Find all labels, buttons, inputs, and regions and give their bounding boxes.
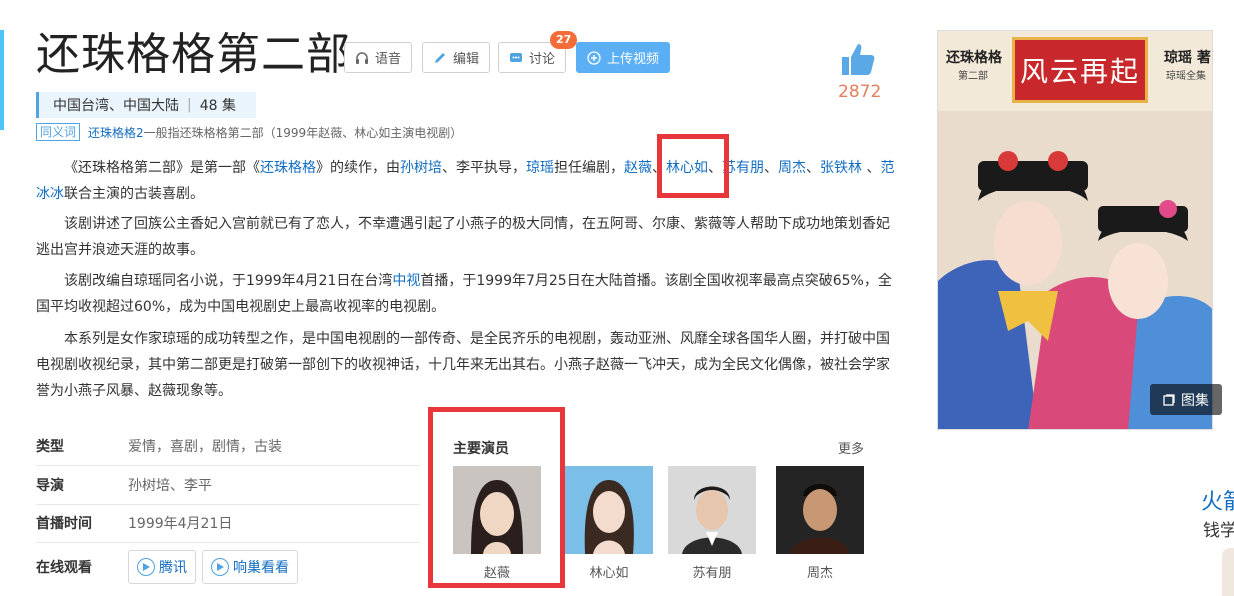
edit-label: 编辑	[452, 52, 479, 67]
actor-name[interactable]: 苏有朋	[668, 562, 756, 581]
text: 、	[862, 160, 881, 176]
info-row-watch: 在线观看 腾讯 响巢看看	[36, 543, 420, 591]
watch-label: 响巢看看	[233, 560, 289, 576]
region: 中国台湾、中国大陆	[53, 98, 179, 114]
actor-photo[interactable]	[776, 466, 864, 554]
text: 联合主演的古装喜剧。	[64, 186, 204, 202]
link-zhangtielin[interactable]: 张铁林	[820, 160, 862, 176]
info-key: 导演	[36, 478, 64, 494]
info-key: 在线观看	[36, 560, 92, 576]
chat-icon	[509, 52, 522, 62]
info-key: 首播时间	[36, 516, 92, 532]
actor-card[interactable]: 苏有朋	[668, 466, 756, 581]
poster-left-title: 还珠格格	[946, 50, 1002, 66]
edit-button[interactable]: 编辑	[422, 42, 490, 73]
actor-card[interactable]: 林心如	[565, 466, 653, 581]
headphones-icon	[355, 51, 368, 64]
link-zhaowei[interactable]: 赵薇	[624, 160, 652, 176]
link-zhoujie[interactable]: 周杰	[778, 160, 806, 176]
poster-right-sub: 琼瑶全集	[1166, 71, 1206, 82]
synonym-line: 同义词 还珠格格2 一般指还珠格格第二部（1999年赵薇、林心如主演电视剧）	[36, 123, 462, 141]
intro-paragraph-2: 该剧讲述了回族公主香妃入宫前就已有了恋人，不幸遭遇引起了小燕子的极大同情，在五阿…	[36, 216, 890, 258]
actor-photo[interactable]	[565, 466, 653, 554]
link-huanzhu[interactable]: 还珠格格	[260, 160, 316, 176]
actor-name[interactable]: 周杰	[776, 562, 864, 581]
info-row-genre: 类型 爱情，喜剧，剧情，古装	[36, 427, 420, 466]
info-key: 类型	[36, 439, 64, 455]
thumbs-up-icon[interactable]	[838, 40, 878, 80]
synonym-tag: 同义词	[36, 123, 81, 141]
text: 担任编剧，	[554, 160, 624, 176]
text: 、	[806, 160, 820, 176]
synonym-desc: 一般指还珠格格第二部（1999年赵薇、林心如主演电视剧）	[143, 125, 463, 140]
highlight-box	[428, 407, 565, 588]
watch-xiangchao-button[interactable]: 响巢看看	[202, 550, 298, 584]
intro-paragraph-4: 本系列是女作家琼瑶的成功转型之作，是中国电视剧的一部传奇、是全民齐乐的电视剧，轰…	[36, 331, 890, 399]
synonym-link[interactable]: 还珠格格2	[88, 124, 144, 141]
watch-tencent-button[interactable]: 腾讯	[128, 550, 196, 584]
page-title: 还珠格格第二部	[36, 29, 351, 80]
highlight-box	[657, 134, 729, 198]
voice-button[interactable]: 语音	[344, 42, 412, 73]
meta-divider: |	[187, 97, 192, 113]
like-count: 2872	[838, 82, 882, 102]
more-link[interactable]: 更多	[838, 438, 864, 457]
info-value: 孙树培、李平	[128, 478, 212, 494]
text: 《还珠格格第二部》是第一部《	[64, 160, 260, 176]
text: 、	[764, 160, 778, 176]
play-icon	[137, 558, 155, 576]
info-row-director: 导演 孙树培、李平	[36, 466, 420, 505]
intro-paragraph-3: 该剧改编自琼瑶同名小说，于1999年4月21日在台湾中视首播，于1999年7月2…	[36, 268, 902, 320]
link-zhongshi[interactable]: 中视	[392, 273, 420, 289]
poster-sign: 风云再起	[1012, 37, 1148, 103]
info-value: 爱情，喜剧，剧情，古装	[128, 439, 282, 455]
info-value: 1999年4月21日	[128, 516, 233, 532]
actor-photo[interactable]	[668, 466, 756, 554]
left-accent-bar	[0, 30, 4, 130]
poster-sign-text: 风云再起	[1019, 55, 1140, 88]
link-sun-shupei[interactable]: 孙树培	[400, 160, 442, 176]
side-link[interactable]: 火箭	[1201, 484, 1234, 516]
meta-bar: 中国台湾、中国大陆 | 48 集	[36, 92, 256, 118]
actor-card[interactable]: 周杰	[776, 466, 864, 581]
gallery-icon	[1163, 393, 1175, 406]
poster-image[interactable]: 还珠格格 第二部 风云再起 琼瑶 著 琼瑶全集	[937, 30, 1213, 430]
poster-right-title: 琼瑶 著	[1164, 50, 1211, 66]
poster-left-sub: 第二部	[958, 71, 988, 82]
upload-video-button[interactable]: 上传视频	[576, 42, 670, 73]
gallery-label: 图集	[1181, 392, 1209, 409]
discuss-count-badge: 27	[550, 31, 578, 49]
actor-name[interactable]: 林心如	[565, 562, 653, 581]
play-icon	[211, 558, 229, 576]
text: 》的续作，由	[316, 160, 400, 176]
pencil-icon	[434, 52, 445, 63]
side-thumbnail[interactable]	[1222, 548, 1234, 596]
episodes: 48 集	[199, 98, 236, 114]
side-text: 钱学	[1203, 521, 1234, 541]
text: 该剧改编自琼瑶同名小说，于1999年4月21日在台湾	[64, 273, 393, 289]
gallery-button[interactable]: 图集	[1150, 384, 1222, 415]
voice-label: 语音	[374, 52, 401, 67]
intro-paragraph-1: 《还珠格格第二部》是第一部《还珠格格》的续作，由孙树培、李平执导，琼瑶担任编剧，…	[36, 155, 902, 207]
watch-label: 腾讯	[159, 560, 187, 576]
link-qiongyao[interactable]: 琼瑶	[526, 160, 554, 176]
info-row-premiere: 首播时间 1999年4月21日	[36, 504, 420, 543]
discuss-label: 讨论	[528, 52, 555, 67]
upload-label: 上传视频	[606, 52, 659, 67]
plus-circle-icon	[587, 50, 601, 65]
text: 、李平执导，	[442, 160, 526, 176]
